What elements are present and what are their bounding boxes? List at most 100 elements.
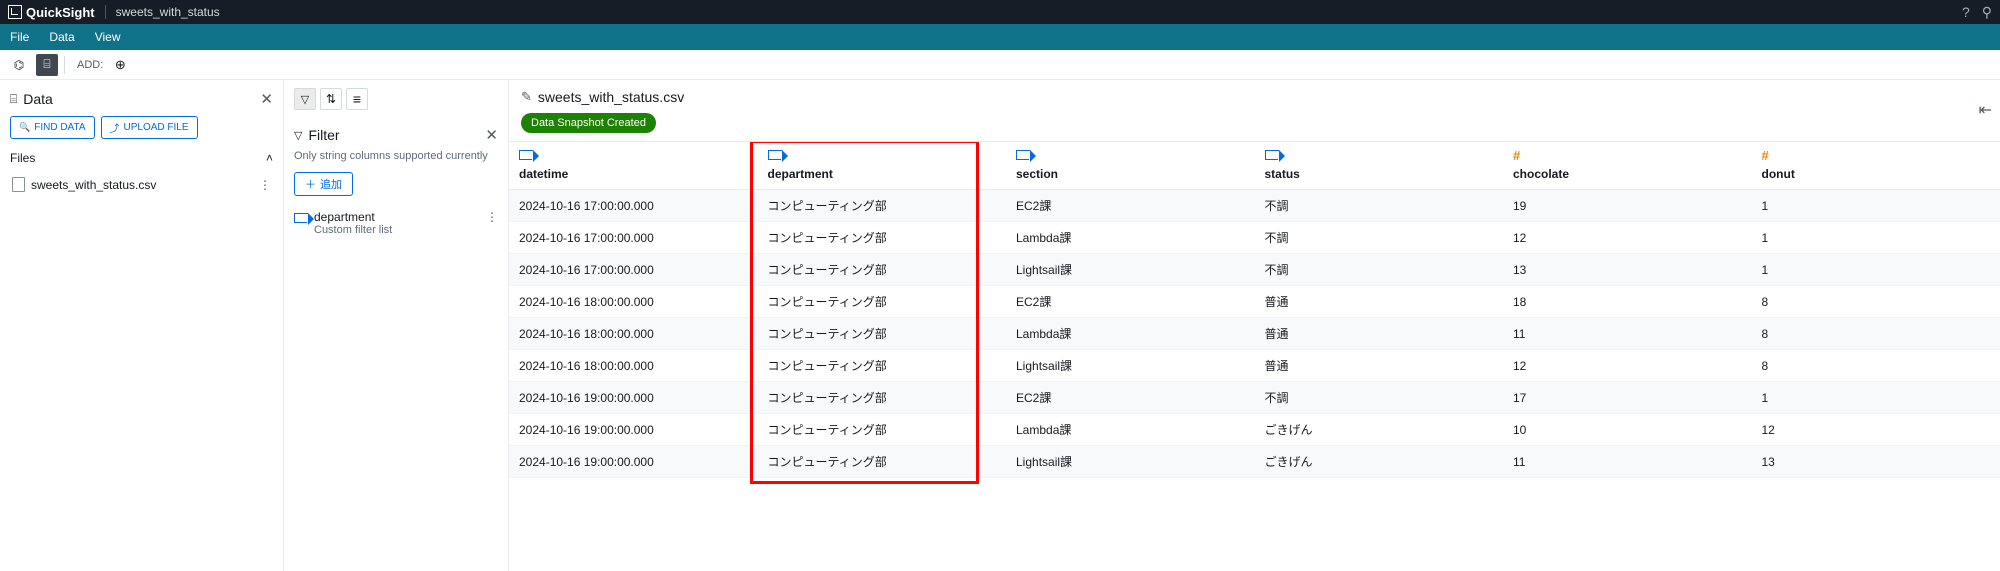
cell-donut[interactable]: 1: [1752, 382, 2000, 414]
add-button[interactable]: [109, 54, 131, 76]
cell-chocolate[interactable]: 17: [1503, 382, 1752, 414]
cell-section[interactable]: Lambda課: [1006, 318, 1255, 350]
column-header-donut[interactable]: #donut: [1752, 142, 2000, 190]
cell-donut[interactable]: 8: [1752, 286, 2000, 318]
data-view-button[interactable]: [36, 54, 58, 76]
menu-file[interactable]: File: [10, 30, 29, 44]
upload-icon: [110, 120, 120, 135]
cell-donut[interactable]: 8: [1752, 350, 2000, 382]
cell-department[interactable]: コンピューティング部: [758, 286, 1007, 318]
cell-chocolate[interactable]: 12: [1503, 222, 1752, 254]
cell-chocolate[interactable]: 13: [1503, 254, 1752, 286]
content-area: sweets_with_status.csv Data Snapshot Cre…: [509, 80, 2000, 571]
cell-datetime[interactable]: 2024-10-16 17:00:00.000: [509, 190, 758, 222]
cell-donut[interactable]: 12: [1752, 414, 2000, 446]
cell-department[interactable]: コンピューティング部: [758, 350, 1007, 382]
cell-chocolate[interactable]: 10: [1503, 414, 1752, 446]
menu-data[interactable]: Data: [49, 30, 74, 44]
cell-department[interactable]: コンピューティング部: [758, 254, 1007, 286]
filter-item-sub: Custom filter list: [314, 224, 392, 236]
cell-donut[interactable]: 13: [1752, 446, 2000, 478]
quicksight-icon: [8, 5, 22, 19]
close-data-panel[interactable]: ✕: [260, 90, 273, 108]
filter-tool-filter[interactable]: [294, 88, 316, 110]
add-filter-button[interactable]: ＋ 追加: [294, 172, 353, 196]
column-label: department: [768, 167, 833, 181]
column-label: donut: [1762, 167, 1795, 181]
filter-tool-sort[interactable]: [320, 88, 342, 110]
string-type-icon: [1265, 148, 1494, 163]
cell-department[interactable]: コンピューティング部: [758, 446, 1007, 478]
cell-chocolate[interactable]: 18: [1503, 286, 1752, 318]
cell-datetime[interactable]: 2024-10-16 19:00:00.000: [509, 414, 758, 446]
user-icon[interactable]: ⚲: [1982, 4, 1992, 21]
cell-section[interactable]: Lambda課: [1006, 222, 1255, 254]
close-filter-panel[interactable]: ✕: [485, 126, 498, 144]
schema-view-button[interactable]: [8, 54, 30, 76]
files-heading: Files: [10, 151, 35, 165]
cell-status[interactable]: 不調: [1255, 382, 1504, 414]
cell-status[interactable]: 普通: [1255, 350, 1504, 382]
cell-status[interactable]: 不調: [1255, 190, 1504, 222]
cell-datetime[interactable]: 2024-10-16 17:00:00.000: [509, 254, 758, 286]
files-collapse-icon[interactable]: ˄: [266, 151, 273, 165]
brand-logo[interactable]: QuickSight: [8, 5, 95, 20]
cell-section[interactable]: Lightsail課: [1006, 350, 1255, 382]
cell-donut[interactable]: 8: [1752, 318, 2000, 350]
cell-datetime[interactable]: 2024-10-16 19:00:00.000: [509, 382, 758, 414]
data-panel-title: Data: [23, 91, 53, 107]
cell-section[interactable]: Lightsail課: [1006, 254, 1255, 286]
cell-datetime[interactable]: 2024-10-16 19:00:00.000: [509, 446, 758, 478]
upload-file-button[interactable]: UPLOAD FILE: [101, 116, 198, 139]
cell-chocolate[interactable]: 19: [1503, 190, 1752, 222]
cell-donut[interactable]: 1: [1752, 254, 2000, 286]
find-data-button[interactable]: FIND DATA: [10, 116, 95, 139]
help-icon[interactable]: ?: [1962, 4, 1970, 20]
cell-department[interactable]: コンピューティング部: [758, 190, 1007, 222]
cell-chocolate[interactable]: 11: [1503, 446, 1752, 478]
collapse-right-icon[interactable]: ⇤: [1979, 100, 1992, 120]
filter-item-menu-icon[interactable]: ⋮: [486, 210, 498, 224]
cell-department[interactable]: コンピューティング部: [758, 222, 1007, 254]
app-topbar: QuickSight sweets_with_status ? ⚲: [0, 0, 2000, 24]
cell-department[interactable]: コンピューティング部: [758, 382, 1007, 414]
file-menu-icon[interactable]: ⋮: [259, 178, 271, 192]
cell-status[interactable]: 不調: [1255, 254, 1504, 286]
column-header-datetime[interactable]: datetime: [509, 142, 758, 190]
cell-donut[interactable]: 1: [1752, 222, 2000, 254]
cell-chocolate[interactable]: 11: [1503, 318, 1752, 350]
edit-icon[interactable]: [521, 88, 532, 105]
column-header-status[interactable]: status: [1255, 142, 1504, 190]
data-panel: Data ✕ FIND DATA UPLOAD FILE Files ˄ swe…: [0, 80, 284, 571]
cell-section[interactable]: Lightsail課: [1006, 446, 1255, 478]
cell-chocolate[interactable]: 12: [1503, 350, 1752, 382]
cell-section[interactable]: EC2課: [1006, 382, 1255, 414]
cell-datetime[interactable]: 2024-10-16 17:00:00.000: [509, 222, 758, 254]
filter-tool-list[interactable]: [346, 88, 368, 110]
content-title: sweets_with_status.csv: [538, 89, 684, 105]
file-name: sweets_with_status.csv: [31, 178, 156, 192]
cell-status[interactable]: 普通: [1255, 318, 1504, 350]
column-header-chocolate[interactable]: #chocolate: [1503, 142, 1752, 190]
cell-status[interactable]: ごきげん: [1255, 446, 1504, 478]
column-header-section[interactable]: section: [1006, 142, 1255, 190]
cell-section[interactable]: Lambda課: [1006, 414, 1255, 446]
filter-item-icon: [294, 212, 308, 226]
cell-datetime[interactable]: 2024-10-16 18:00:00.000: [509, 286, 758, 318]
file-item[interactable]: sweets_with_status.csv ⋮: [10, 171, 273, 198]
cell-section[interactable]: EC2課: [1006, 190, 1255, 222]
table-row: 2024-10-16 17:00:00.000コンピューティング部Lightsa…: [509, 254, 2000, 286]
cell-section[interactable]: EC2課: [1006, 286, 1255, 318]
menu-view[interactable]: View: [95, 30, 121, 44]
cell-datetime[interactable]: 2024-10-16 18:00:00.000: [509, 318, 758, 350]
column-header-department[interactable]: department: [758, 142, 1007, 190]
cell-status[interactable]: 普通: [1255, 286, 1504, 318]
cell-department[interactable]: コンピューティング部: [758, 414, 1007, 446]
cell-status[interactable]: ごきげん: [1255, 414, 1504, 446]
cell-donut[interactable]: 1: [1752, 190, 2000, 222]
cell-status[interactable]: 不調: [1255, 222, 1504, 254]
string-type-icon: [519, 148, 748, 163]
cell-datetime[interactable]: 2024-10-16 18:00:00.000: [509, 350, 758, 382]
filter-item[interactable]: department Custom filter list ⋮: [294, 210, 498, 236]
cell-department[interactable]: コンピューティング部: [758, 318, 1007, 350]
